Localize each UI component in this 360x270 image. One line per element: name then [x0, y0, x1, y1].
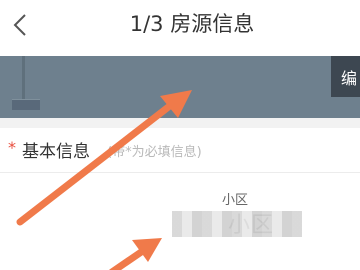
edit-button[interactable]: 编 — [331, 56, 360, 97]
top-nav-bar: 1/3 房源信息 — [0, 0, 360, 50]
photo-pole-decoration — [22, 56, 25, 100]
arrow-lower-icon — [109, 238, 162, 270]
basic-info-section-header: * 基本信息 (带*为必填信息) — [0, 128, 360, 173]
section-divider — [0, 118, 360, 128]
page-title: 1/3 房源信息 — [129, 12, 255, 36]
section-hint: (带*为必填信息) — [107, 145, 202, 160]
photo-pole-base-decoration — [12, 99, 40, 110]
section-title: 基本信息 — [22, 142, 90, 162]
required-mark: * — [8, 138, 16, 157]
redaction-blur — [172, 211, 302, 237]
property-photo-banner — [0, 56, 360, 118]
community-field-label: 小区 — [221, 193, 248, 208]
